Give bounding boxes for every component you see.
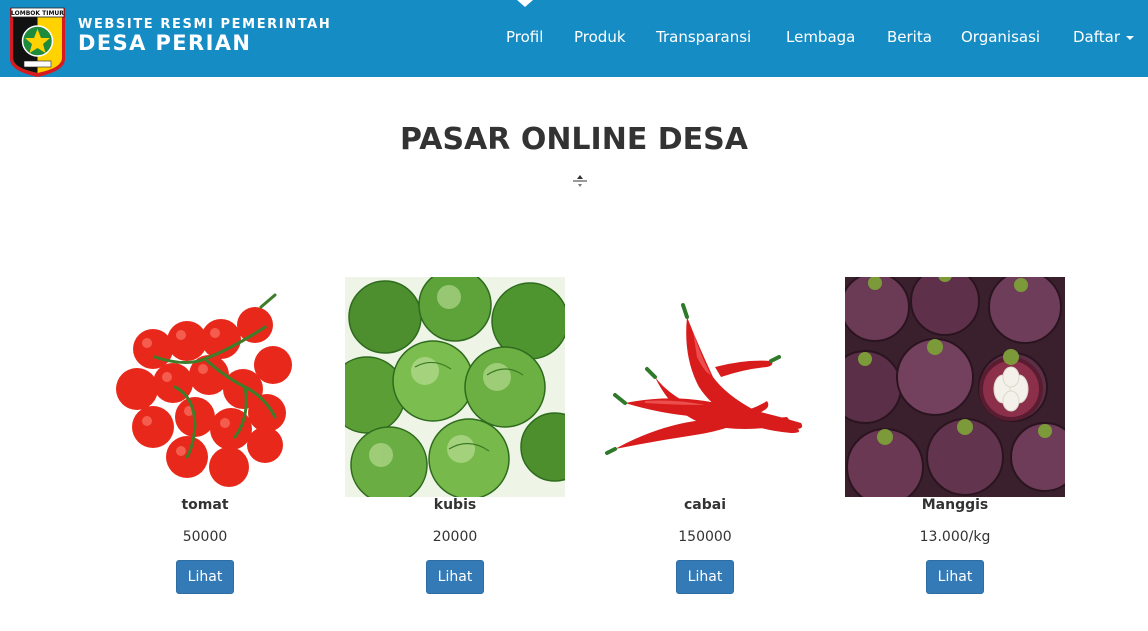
view-product-button[interactable]: Lihat <box>676 560 734 594</box>
product-card: Manggis 13.000/kg Lihat <box>845 277 1065 594</box>
product-price: 13.000/kg <box>919 529 991 545</box>
cabbage-image <box>345 277 565 497</box>
nav-produk[interactable]: Produk <box>574 28 626 46</box>
brand-title: DESA PERIAN <box>78 31 252 55</box>
product-name: cabai <box>683 497 726 513</box>
active-nav-indicator <box>517 0 533 7</box>
nav-daftar-label: Daftar <box>1073 28 1120 46</box>
nav-transparansi[interactable]: Transparansi <box>656 28 751 46</box>
product-card: tomat 50000 Lihat <box>95 277 315 594</box>
caret-down-icon <box>1126 35 1134 40</box>
nav-daftar-dropdown[interactable]: Daftar <box>1073 28 1134 46</box>
chili-image <box>595 277 815 497</box>
view-product-button[interactable]: Lihat <box>926 560 984 594</box>
lombok-timur-logo: LOMBOK TIMUR <box>10 7 65 77</box>
view-product-button[interactable]: Lihat <box>176 560 234 594</box>
divider-icon <box>573 175 587 187</box>
product-price: 20000 <box>432 529 478 545</box>
nav-organisasi[interactable]: Organisasi <box>961 28 1040 46</box>
brand-subtitle: WEBSITE RESMI PEMERINTAH <box>78 17 332 32</box>
tomato-image <box>95 277 315 497</box>
product-price: 150000 <box>678 529 732 545</box>
product-price: 50000 <box>182 529 228 545</box>
nav-profil[interactable]: Profil <box>506 28 543 46</box>
product-card: kubis 20000 Lihat <box>345 277 565 594</box>
product-name: Manggis <box>921 497 989 513</box>
page-title: PASAR ONLINE DESA <box>400 122 748 157</box>
view-product-button[interactable]: Lihat <box>426 560 484 594</box>
product-name: tomat <box>181 497 229 513</box>
logo-lettering: LOMBOK TIMUR <box>11 10 64 17</box>
nav-lembaga[interactable]: Lembaga <box>786 28 855 46</box>
navbar: LOMBOK TIMUR WEBSITE RESMI PEMERINTAH DE… <box>0 0 1148 77</box>
mangosteen-image <box>845 277 1065 497</box>
product-card: cabai 150000 Lihat <box>595 277 815 594</box>
product-name: kubis <box>433 497 477 513</box>
nav-berita[interactable]: Berita <box>887 28 932 46</box>
